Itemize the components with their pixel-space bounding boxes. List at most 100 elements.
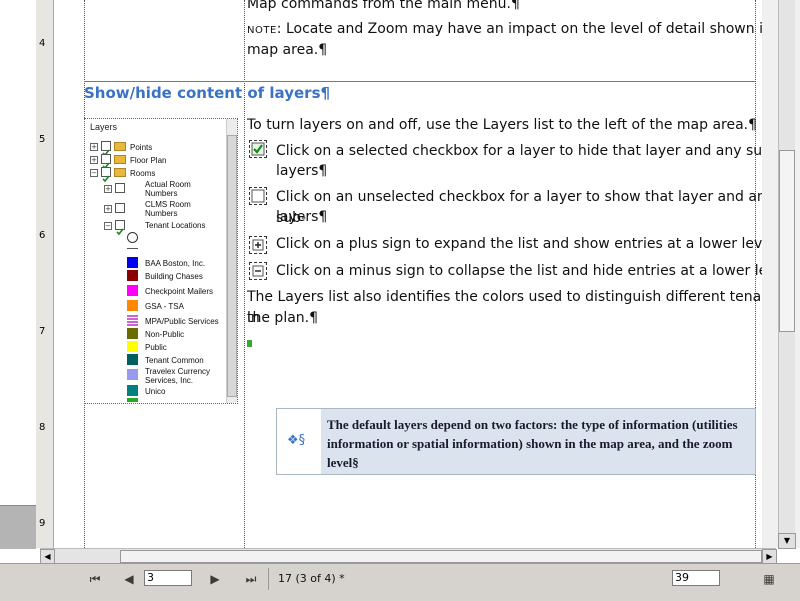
checked-checkbox-icon — [101, 167, 111, 183]
ruler-mark: 7 — [39, 326, 46, 337]
circle-symbol-icon — [127, 232, 138, 243]
layer-label: Points — [130, 143, 153, 152]
section-heading: Show/hide content of layers¶ — [84, 84, 331, 102]
checked-checkbox-icon — [249, 140, 267, 158]
bullet-text-cont: layers¶ — [276, 209, 328, 225]
anchor-marker-icon — [247, 340, 252, 347]
column-guide — [244, 0, 245, 548]
first-page-icon[interactable]: ⏮ — [86, 570, 104, 588]
minus-icon — [249, 262, 267, 280]
legend-swatch — [127, 369, 138, 380]
bullet-text-cont: layers¶ — [276, 163, 328, 179]
status-divider — [268, 568, 269, 590]
minus-icon: − — [104, 222, 112, 230]
legend-label: BAA Boston, Inc. — [145, 259, 206, 268]
legend-label: Building Chases — [145, 272, 203, 281]
view-mode-icon[interactable]: ▦ — [760, 570, 778, 588]
checked-checkbox-icon — [115, 220, 125, 236]
plus-icon: + — [90, 156, 98, 164]
horizontal-scroll-thumb[interactable] — [120, 550, 762, 563]
legend-swatch — [127, 300, 138, 311]
body-text: Map commands from the main menu.¶ — [247, 0, 520, 12]
ruler-mark: 5 — [39, 134, 46, 145]
plus-icon: + — [104, 205, 112, 213]
layers-panel-title: Layers — [90, 122, 118, 132]
bullet-text: Click on a plus sign to expand the list … — [276, 236, 784, 252]
legend-label: Checkpoint Mailers — [145, 287, 214, 296]
section-rule — [84, 81, 755, 82]
checked-checkbox-icon — [101, 154, 111, 170]
scroll-right-button[interactable]: ▶ — [762, 549, 777, 564]
page-status-text: 17 (3 of 4) * — [278, 572, 345, 585]
legend-label: MPA/Public Services — [145, 317, 219, 326]
legend-swatch — [127, 285, 138, 296]
unchecked-checkbox-icon — [115, 203, 125, 213]
legend-label: Unico — [145, 387, 166, 396]
bullet-text: Click on an unselected checkbox for a la… — [276, 189, 775, 226]
ruler-mark: 9 — [39, 518, 46, 529]
legend-swatch — [127, 385, 138, 396]
page-gutter — [54, 0, 76, 548]
minus-icon: − — [90, 169, 98, 177]
outro-paragraph-cont: the plan.¶ — [247, 310, 319, 326]
layer-label-cont: Numbers — [145, 189, 178, 198]
bullet-text: Click on a minus sign to collapse the li… — [276, 263, 797, 279]
legend-label: Non-Public — [145, 330, 185, 339]
plus-icon — [249, 236, 267, 254]
layer-label-cont: Numbers — [145, 209, 178, 218]
next-page-icon[interactable]: ▶ — [206, 570, 224, 588]
legend-label-cont: Services, Inc. — [145, 376, 194, 385]
layers-scroll-thumb — [227, 135, 237, 397]
line-symbol-icon — [127, 248, 138, 249]
intro-paragraph: To turn layers on and off, use the Layer… — [247, 117, 758, 133]
callout-text: The default layers depend on two factors… — [327, 417, 738, 470]
page-number-input[interactable] — [144, 570, 192, 586]
folder-icon — [114, 155, 126, 164]
layer-label: Tenant Locations — [145, 221, 206, 230]
callout-box: ❖§ The default layers depend on two fact… — [276, 408, 756, 475]
unchecked-checkbox-icon — [115, 183, 125, 193]
legend-swatch — [127, 257, 138, 268]
outro-paragraph: The Layers list also identifies the colo… — [247, 289, 783, 326]
ruler-mark: 8 — [39, 422, 46, 433]
layers-panel-image: Layers + Points + Floor Plan − Rooms + A… — [84, 118, 238, 404]
legend-swatch — [127, 315, 138, 326]
layer-label: Floor Plan — [130, 156, 167, 165]
status-bar: ⏮ ◀ ▶ ⏭ 17 (3 of 4) * ▦ — [0, 563, 800, 601]
left-panel-footer — [0, 505, 36, 549]
scroll-left-button[interactable]: ◀ — [40, 549, 55, 564]
scroll-down-button[interactable]: ▼ — [778, 533, 796, 549]
ruler-mark: 4 — [39, 38, 46, 49]
ruler-mark: 6 — [39, 230, 46, 241]
plus-icon: + — [90, 143, 98, 151]
folder-icon — [114, 142, 126, 151]
note-label: NOTE — [247, 25, 277, 36]
legend-label: GSA - TSA — [145, 302, 184, 311]
plus-icon: + — [104, 185, 112, 193]
legend-label: Travelex Currency — [145, 367, 211, 376]
legend-swatch — [127, 328, 138, 339]
previous-page-icon[interactable]: ◀ — [120, 570, 138, 588]
layer-label: CLMS Room — [145, 200, 191, 209]
vertical-scrollbar-area: ▼ — [762, 0, 800, 549]
last-page-icon[interactable]: ⏭ — [242, 570, 260, 588]
left-panel — [0, 0, 36, 548]
layer-label: Actual Room — [145, 180, 191, 189]
horizontal-scrollbar: ◀ ▶ — [40, 548, 777, 564]
vertical-scroll-thumb[interactable] — [779, 150, 795, 332]
unchecked-checkbox-icon — [249, 187, 267, 205]
bullet-text: Click on a selected checkbox for a layer… — [276, 143, 777, 159]
vertical-ruler: 4 5 6 7 8 9 — [36, 0, 54, 548]
zoom-input[interactable] — [672, 570, 720, 586]
legend-swatch — [127, 341, 138, 352]
legend-swatch — [127, 270, 138, 281]
legend-label: Tenant Common — [145, 356, 204, 365]
note-text-cont: map area.¶ — [247, 42, 328, 58]
note-text: : Locate and Zoom may have an impact on … — [276, 21, 800, 37]
legend-label: Public — [145, 343, 167, 352]
note-paragraph: NOTE: Locate and Zoom may have an impact… — [247, 19, 799, 41]
checked-checkbox-icon — [101, 141, 111, 157]
folder-icon — [114, 168, 126, 177]
legend-swatch — [127, 354, 138, 365]
legend-swatch — [127, 398, 138, 402]
